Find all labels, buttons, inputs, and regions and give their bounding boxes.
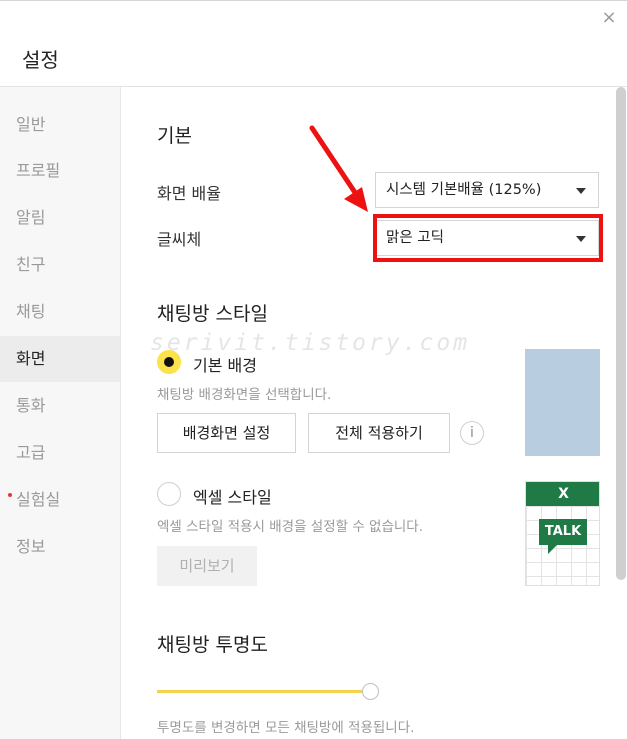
sidebar-item-label: 고급	[16, 443, 46, 462]
window-title: 설정	[22, 48, 59, 72]
new-badge-dot	[8, 493, 12, 497]
font-select[interactable]: 맑은 고딕	[375, 220, 599, 256]
sidebar-item-friends[interactable]: 친구	[0, 242, 120, 288]
excel-style-preview: X TALK	[525, 481, 600, 586]
preview-button[interactable]: 미리보기	[157, 546, 257, 586]
excel-grid	[526, 506, 599, 585]
info-icon[interactable]: i	[460, 421, 484, 445]
basic-background-preview	[525, 349, 600, 456]
chevron-down-icon	[576, 188, 586, 194]
radio-excel-style[interactable]	[157, 482, 181, 506]
set-background-button[interactable]: 배경화면 설정	[157, 413, 296, 453]
radio-basic-background[interactable]	[157, 350, 181, 374]
opacity-slider-thumb[interactable]	[362, 683, 379, 700]
vertical-scrollbar[interactable]	[616, 87, 626, 580]
sidebar-item-label: 정보	[16, 537, 46, 556]
sidebar-item-general[interactable]: 일반	[0, 102, 120, 148]
chevron-down-icon	[576, 236, 586, 242]
opacity-slider-track[interactable]	[157, 690, 371, 693]
sidebar-item-label: 친구	[16, 255, 46, 274]
sidebar-item-label: 통화	[16, 396, 46, 415]
sidebar-item-calls[interactable]: 통화	[0, 383, 120, 429]
talk-bubble-icon: TALK	[539, 519, 587, 545]
settings-content: 기본 화면 배율 시스템 기본배율 (125%) 글씨체 맑은 고딕 채팅방 스…	[121, 87, 611, 739]
basic-background-label: 기본 배경	[193, 356, 257, 375]
sidebar-item-label: 알림	[16, 208, 46, 227]
excel-icon: X	[526, 482, 599, 506]
sidebar-item-notifications[interactable]: 알림	[0, 195, 120, 241]
zoom-label: 화면 배율	[157, 184, 221, 203]
opacity-hint: 투명도를 변경하면 모든 채팅방에 적용됩니다.	[157, 720, 415, 736]
font-select-value: 맑은 고딕	[386, 230, 444, 246]
sidebar-item-labs[interactable]: 실험실	[0, 477, 120, 523]
sidebar-item-chats[interactable]: 채팅	[0, 289, 120, 335]
font-label: 글씨체	[157, 230, 202, 249]
window-top-border	[0, 0, 627, 1]
zoom-select[interactable]: 시스템 기본배율 (125%)	[375, 172, 599, 208]
sidebar-item-info[interactable]: 정보	[0, 524, 120, 570]
excel-style-label: 엑셀 스타일	[193, 488, 272, 507]
close-icon[interactable]: ×	[599, 8, 619, 28]
sidebar-item-advanced[interactable]: 고급	[0, 430, 120, 476]
sidebar-item-label: 프로필	[16, 161, 61, 180]
sidebar-item-label: 실험실	[16, 490, 61, 509]
sidebar-item-display[interactable]: 화면	[0, 336, 120, 382]
section-title-opacity: 채팅방 투명도	[157, 634, 268, 656]
sidebar-item-label: 일반	[16, 115, 46, 134]
sidebar: 일반 프로필 알림 친구 채팅 화면 통화 고급 실험실 정보	[0, 87, 121, 739]
sidebar-item-label: 화면	[16, 349, 46, 368]
basic-background-hint: 채팅방 배경화면을 선택합니다.	[157, 387, 332, 403]
sidebar-item-profile[interactable]: 프로필	[0, 148, 120, 194]
talk-bubble-tail	[548, 545, 557, 554]
section-title-basic: 기본	[157, 125, 192, 147]
excel-style-hint: 엑셀 스타일 적용시 배경을 설정할 수 없습니다.	[157, 519, 424, 535]
apply-all-button[interactable]: 전체 적용하기	[308, 413, 450, 453]
sidebar-item-label: 채팅	[16, 302, 46, 321]
section-title-chat-style: 채팅방 스타일	[157, 303, 268, 325]
zoom-select-value: 시스템 기본배율 (125%)	[386, 182, 542, 198]
